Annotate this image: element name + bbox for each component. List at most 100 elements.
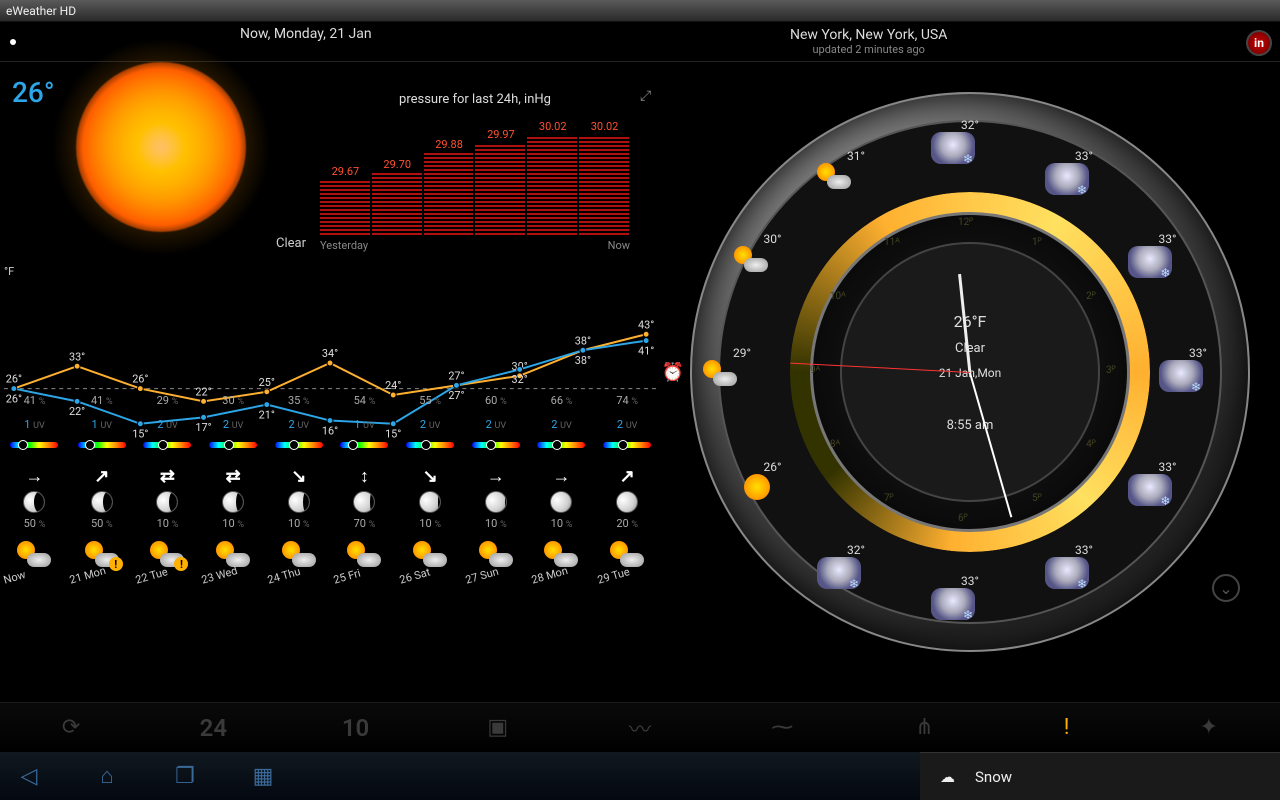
forecast-cell[interactable]: 2 UV bbox=[397, 416, 463, 440]
snow-icon bbox=[1159, 360, 1203, 392]
forecast-cell[interactable] bbox=[69, 440, 135, 464]
forecast-cell[interactable]: 30 % bbox=[200, 392, 266, 416]
humidity: 29 % bbox=[157, 394, 179, 407]
forecast-cell[interactable]: 41 % bbox=[0, 392, 69, 416]
forecast-cell[interactable]: 10 % bbox=[200, 515, 266, 539]
forecast-cell[interactable]: ⇄ bbox=[200, 464, 266, 489]
hour-slot[interactable]: 33° bbox=[931, 574, 1009, 620]
forecast-cell[interactable] bbox=[200, 489, 266, 515]
forecast-cell[interactable] bbox=[0, 489, 69, 515]
clock-dial[interactable]: 26°F Clear 21 Jan,Mon 8:55 am 32°12ᴾ33°1… bbox=[690, 92, 1250, 652]
forecast-cell[interactable]: → bbox=[529, 464, 595, 489]
forecast-cell[interactable]: ↕ bbox=[332, 464, 398, 489]
forecast-cell[interactable]: 66 % bbox=[529, 392, 595, 416]
hour-slot[interactable]: 32° bbox=[931, 118, 1009, 164]
forecast-cell[interactable]: 10 % bbox=[463, 515, 529, 539]
forecast-cell[interactable]: → bbox=[0, 464, 69, 489]
forecast-cell[interactable]: 20 % bbox=[594, 515, 660, 539]
forecast-cell[interactable]: 2 UV bbox=[200, 416, 266, 440]
forecast-cell[interactable]: → bbox=[463, 464, 529, 489]
hour-slot[interactable]: 29° bbox=[703, 346, 781, 386]
forecast-cell[interactable]: 74 % bbox=[594, 392, 660, 416]
forecast-cell[interactable] bbox=[397, 489, 463, 515]
hour-slot[interactable]: 31° bbox=[817, 149, 895, 189]
hour-slot[interactable]: 26° bbox=[734, 460, 812, 500]
forecast-cell[interactable]: 50 % bbox=[0, 515, 69, 539]
forecast-cell[interactable]: ↗ bbox=[69, 464, 135, 489]
forecast-cell[interactable]: 10 % bbox=[397, 515, 463, 539]
forecast-cell[interactable]: 2 UV bbox=[266, 416, 332, 440]
nav-home[interactable]: ⌂ bbox=[88, 762, 126, 790]
hour-slot[interactable]: 32° bbox=[817, 543, 895, 589]
forecast-cell[interactable] bbox=[594, 489, 660, 515]
forecast-cell[interactable] bbox=[266, 489, 332, 515]
info-button[interactable]: in bbox=[1246, 30, 1272, 56]
nav-recents[interactable]: ❐ bbox=[166, 762, 204, 790]
refresh-button[interactable]: ⟳ bbox=[0, 715, 142, 740]
forecast-cell[interactable]: 60 % bbox=[463, 392, 529, 416]
hour-temp: 29° bbox=[703, 346, 781, 360]
hour-slot[interactable]: 33° bbox=[1045, 543, 1123, 589]
forecast-cell[interactable] bbox=[135, 489, 201, 515]
forecast-cell[interactable]: ↘ bbox=[397, 464, 463, 489]
forecast-cell[interactable]: 29 % bbox=[135, 392, 201, 416]
forecast-cell[interactable] bbox=[332, 440, 398, 464]
forecast-cell[interactable]: 41 % bbox=[69, 392, 135, 416]
forecast-cell[interactable] bbox=[0, 440, 69, 464]
forecast-cell[interactable] bbox=[463, 489, 529, 515]
forecast-cell[interactable]: 1 UV bbox=[332, 416, 398, 440]
forecast-cell[interactable] bbox=[397, 440, 463, 464]
share-button[interactable]: ⋔ bbox=[853, 715, 995, 740]
forecast-cell[interactable]: 54 % bbox=[332, 392, 398, 416]
forecast-cell[interactable] bbox=[266, 440, 332, 464]
forecast-cell[interactable]: 10 % bbox=[529, 515, 595, 539]
forecast-cell[interactable]: 2 UV bbox=[135, 416, 201, 440]
alerts-button[interactable]: ! bbox=[996, 715, 1138, 740]
forecast-cell[interactable]: 10 % bbox=[135, 515, 201, 539]
view-24h-button[interactable]: 24 bbox=[142, 714, 284, 742]
expand-icon[interactable]: ⤢ bbox=[640, 88, 658, 106]
forecast-cell[interactable]: 2 UV bbox=[594, 416, 660, 440]
forecast-cell[interactable]: ↘ bbox=[266, 464, 332, 489]
hour-tick: 7ᴾ bbox=[884, 493, 894, 504]
compass-button[interactable]: ✦ bbox=[1138, 715, 1280, 740]
location-block[interactable]: New York, New York, USA updated 2 minute… bbox=[790, 27, 947, 56]
forecast-cell[interactable]: 1 UV bbox=[0, 416, 69, 440]
hour-slot[interactable]: 30° bbox=[734, 232, 812, 272]
radar-button[interactable]: 〰 bbox=[569, 712, 711, 744]
forecast-cell[interactable]: 35 % bbox=[266, 392, 332, 416]
forecast-cell[interactable] bbox=[463, 440, 529, 464]
map-button[interactable]: ▣ bbox=[427, 715, 569, 740]
activity-button[interactable]: ⁓ bbox=[711, 715, 853, 740]
nav-back[interactable]: ◁ bbox=[10, 762, 48, 790]
forecast-cell[interactable]: 55 % bbox=[397, 392, 463, 416]
pressure-chart[interactable]: pressure for last 24h, inHg ⤢ 29.67 29.7… bbox=[320, 92, 630, 262]
menu-dot[interactable] bbox=[10, 39, 16, 45]
hour-temp: 33° bbox=[1159, 346, 1237, 360]
chevron-down-icon[interactable]: ⌄ bbox=[1212, 574, 1240, 602]
forecast-cell[interactable] bbox=[529, 440, 595, 464]
alert-panel[interactable]: ☁ Snow bbox=[920, 752, 1280, 800]
uv-index: 2 UV bbox=[157, 418, 178, 431]
forecast-cell[interactable]: ⇄ bbox=[135, 464, 201, 489]
forecast-cell[interactable] bbox=[135, 440, 201, 464]
forecast-cell[interactable]: 70 % bbox=[332, 515, 398, 539]
view-10d-button[interactable]: 10 bbox=[284, 714, 426, 742]
forecast-cell[interactable] bbox=[69, 489, 135, 515]
forecast-cell[interactable]: ↗ bbox=[594, 464, 660, 489]
hour-slot[interactable]: 33° bbox=[1128, 232, 1206, 278]
forecast-cell[interactable]: 50 % bbox=[69, 515, 135, 539]
nav-apps[interactable]: ▦ bbox=[244, 762, 282, 790]
forecast-cell[interactable] bbox=[529, 489, 595, 515]
forecast-cell[interactable]: 2 UV bbox=[463, 416, 529, 440]
forecast-cell[interactable]: 1 UV bbox=[69, 416, 135, 440]
forecast-cell[interactable] bbox=[594, 440, 660, 464]
svg-text:43°: 43° bbox=[638, 318, 654, 331]
hour-slot[interactable]: 33° bbox=[1159, 346, 1237, 392]
forecast-cell[interactable] bbox=[332, 489, 398, 515]
forecast-cell[interactable]: 2 UV bbox=[529, 416, 595, 440]
forecast-cell[interactable] bbox=[200, 440, 266, 464]
hour-slot[interactable]: 33° bbox=[1045, 149, 1123, 195]
forecast-cell[interactable]: 10 % bbox=[266, 515, 332, 539]
hour-slot[interactable]: 33° bbox=[1128, 460, 1206, 506]
